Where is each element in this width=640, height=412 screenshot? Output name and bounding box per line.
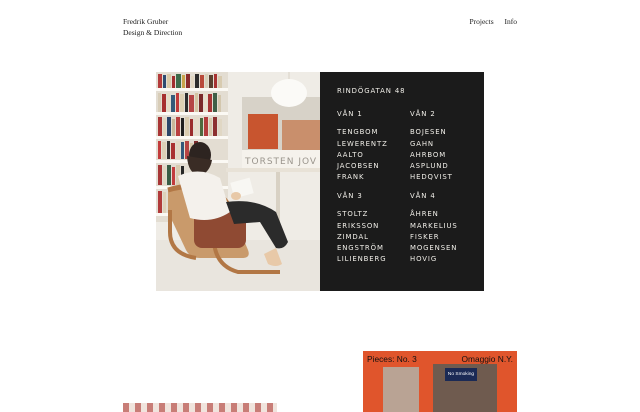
tenant-name: AHRBOM xyxy=(410,150,447,159)
tenant-name: JACOBSEN xyxy=(337,162,380,171)
floor-label: VÅN 2 xyxy=(410,110,436,118)
floor-label: VÅN 1 xyxy=(337,110,363,118)
nav-projects-link[interactable]: Projects xyxy=(469,17,493,26)
tenant-name: BOJESEN xyxy=(410,128,447,137)
tenant-name: GAHN xyxy=(410,139,434,148)
poster-title-right: Omaggio N.Y. xyxy=(461,354,513,364)
site-name[interactable]: Fredrik Gruber xyxy=(123,17,182,28)
tenant-name: HEDQVIST xyxy=(410,173,453,182)
tenant-name: STOLTZ xyxy=(337,210,369,219)
tenant-name: ZIMDAL xyxy=(337,232,369,241)
floor-4-column: VÅN 4 ÅHREN MARKELIUS FISKER MOGENSEN HO… xyxy=(410,191,458,266)
floor-3-column: VÅN 3 STOLTZ ERIKSSON ZIMDAL ENGSTRÖM LI… xyxy=(337,191,386,266)
tenant-name: TENGBOM xyxy=(337,128,379,137)
tenant-name: MOGENSEN xyxy=(410,244,458,253)
no-smoking-sign: No Smoking xyxy=(445,368,477,381)
tenant-name: HOVIG xyxy=(410,255,438,264)
floor-label: VÅN 4 xyxy=(410,192,436,200)
floor-2-column: VÅN 2 BOJESEN GAHN AHRBOM ASPLUND HEDQVI… xyxy=(410,109,453,184)
tenant-name: FRANK xyxy=(337,173,365,182)
featured-project[interactable]: TORSTEN JOV RINDÖGATAN 48 VÅN 1 TENGBOM … xyxy=(156,72,484,291)
tenant-name: ÅHREN xyxy=(410,210,439,219)
tenant-name: ASPLUND xyxy=(410,162,449,171)
illustration-art: TORSTEN JOV xyxy=(156,72,320,291)
project-thumbnail-pieces[interactable]: Pieces: No. 3 Omaggio N.Y. No Smoking xyxy=(363,351,517,412)
tenant-name: FISKER xyxy=(410,232,440,241)
reading-illustration: TORSTEN JOV xyxy=(156,72,320,291)
tenant-name: LEWERENTZ xyxy=(337,139,388,148)
poster-photo-left xyxy=(383,367,419,412)
tenant-name: ENGSTRÖM xyxy=(337,244,384,253)
site-tagline: Design & Direction xyxy=(123,27,183,37)
site-brand[interactable]: Fredrik Gruber Design & Direction xyxy=(123,17,182,38)
tenant-name: LILIENBERG xyxy=(337,255,387,264)
poster-title-left: Pieces: No. 3 xyxy=(367,354,417,364)
tenant-name: AALTO xyxy=(337,150,364,159)
floor-label: VÅN 3 xyxy=(337,192,363,200)
floor-1-column: VÅN 1 TENGBOM LEWERENTZ AALTO JACOBSEN F… xyxy=(337,109,388,184)
torsten-sign-text: TORSTEN JOV xyxy=(244,157,317,167)
tenant-name: ERIKSSON xyxy=(337,221,380,230)
board-title: RINDÖGATAN 48 xyxy=(337,87,406,95)
tenant-directory-board: RINDÖGATAN 48 VÅN 1 TENGBOM LEWERENTZ AA… xyxy=(320,72,484,291)
nav-info-link[interactable]: Info xyxy=(505,17,518,26)
main-nav: Projects Info xyxy=(460,17,517,28)
project-thumbnail-stripes[interactable] xyxy=(123,403,277,412)
tenant-name: MARKELIUS xyxy=(410,221,458,230)
